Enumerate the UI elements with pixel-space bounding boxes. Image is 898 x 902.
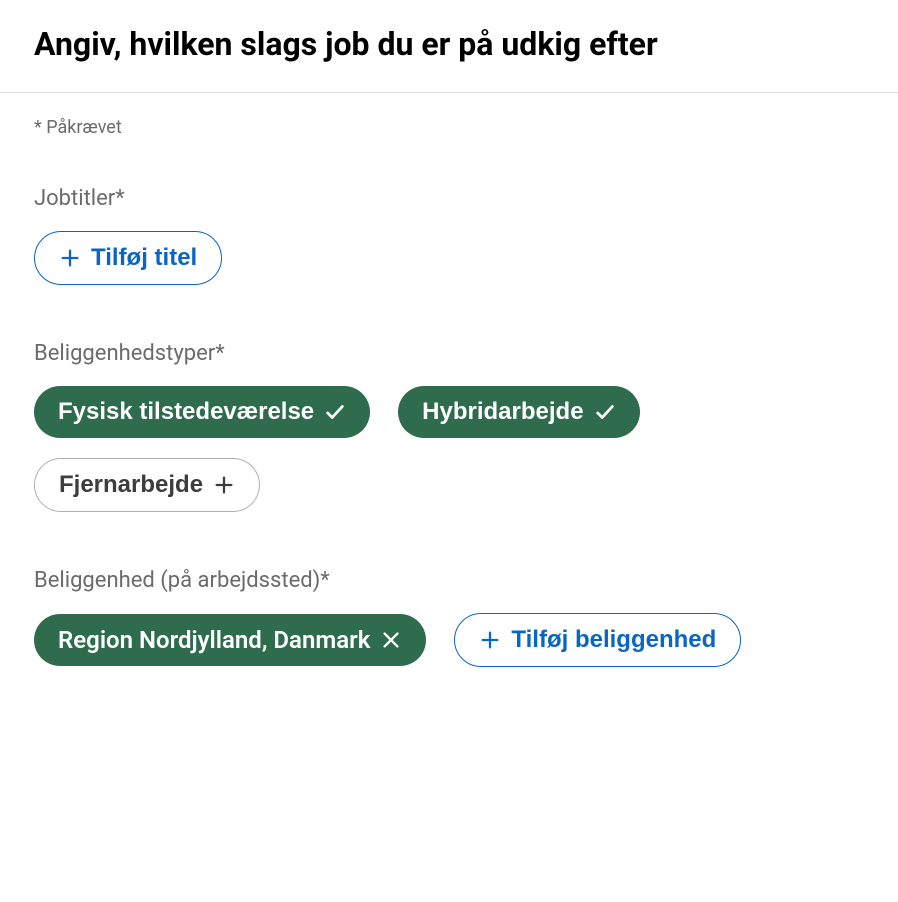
required-hint: * Påkrævet: [34, 117, 864, 138]
check-icon: [324, 401, 346, 423]
section-job-titles: Jobtitler* Tilføj titel: [34, 186, 864, 285]
location-label: Beliggenhed (på arbejdssted)*: [34, 568, 864, 593]
plus-icon: [479, 629, 501, 651]
add-location-button[interactable]: Tilføj beliggenhed: [454, 613, 741, 667]
location-type-onsite-label: Fysisk tilstedeværelse: [58, 400, 314, 424]
add-location-label: Tilføj beliggenhed: [511, 628, 716, 652]
plus-icon: [59, 247, 81, 269]
plus-icon: [213, 474, 235, 496]
add-title-button[interactable]: Tilføj titel: [34, 231, 222, 285]
add-title-label: Tilføj titel: [91, 246, 197, 270]
page-title: Angiv, hvilken slags job du er på udkig …: [34, 24, 864, 66]
close-icon[interactable]: [380, 629, 402, 651]
location-chip-label: Region Nordjylland, Danmark: [58, 628, 370, 652]
job-titles-label: Jobtitler*: [34, 186, 864, 211]
location-type-hybrid-label: Hybridarbejde: [422, 400, 583, 424]
section-location: Beliggenhed (på arbejdssted)* Region Nor…: [34, 568, 864, 667]
location-chip[interactable]: Region Nordjylland, Danmark: [34, 614, 426, 666]
location-type-remote[interactable]: Fjernarbejde: [34, 458, 260, 512]
location-type-remote-label: Fjernarbejde: [59, 473, 203, 497]
location-type-hybrid[interactable]: Hybridarbejde: [398, 386, 639, 438]
section-location-types: Beliggenhedstyper* Fysisk tilstedeværels…: [34, 341, 864, 512]
location-types-label: Beliggenhedstyper*: [34, 341, 864, 366]
check-icon: [594, 401, 616, 423]
header-divider: [0, 92, 898, 93]
location-type-onsite[interactable]: Fysisk tilstedeværelse: [34, 386, 370, 438]
